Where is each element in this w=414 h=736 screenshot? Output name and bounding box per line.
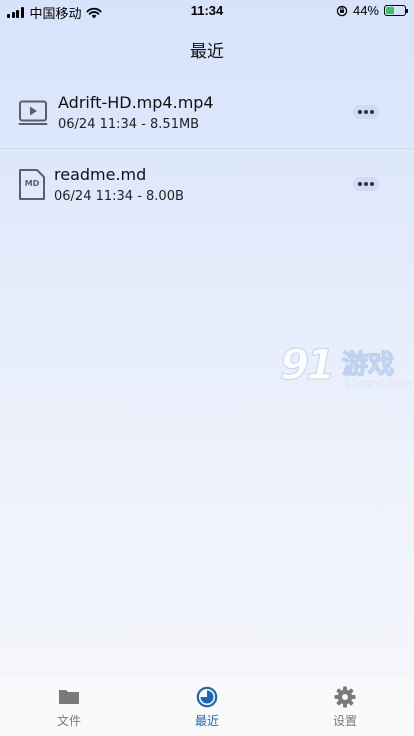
tab-label: 设置 <box>332 714 357 728</box>
orientation-lock-icon <box>336 5 348 16</box>
video-file-icon <box>18 100 48 125</box>
file-name: Adrift-HD.mp4.mp4 <box>58 93 214 112</box>
file-name: readme.md <box>54 165 147 184</box>
tab-bar: 文件 最近 设置 <box>0 677 414 736</box>
recent-icon <box>196 686 218 708</box>
battery-percent: 44% <box>352 3 379 18</box>
file-row[interactable]: MD readme.md 06/24 11:34 - 8.00B <box>0 152 414 220</box>
file-row[interactable]: Adrift-HD.mp4.mp4 06/24 11:34 - 8.51MB <box>0 80 414 148</box>
divider <box>0 148 414 149</box>
watermark-url: 91danji.com <box>344 377 412 390</box>
battery-level <box>386 7 394 14</box>
file-meta: 06/24 11:34 - 8.00B <box>54 189 184 204</box>
more-options-button[interactable] <box>353 105 379 119</box>
file-type-badge: MD <box>24 179 40 188</box>
tab-label: 文件 <box>56 714 81 728</box>
page-title: 最近 <box>190 42 224 62</box>
tab-recent[interactable]: 最近 <box>138 677 276 736</box>
folder-icon <box>59 690 79 704</box>
status-bar: 中国移动 11:34 44% <box>0 0 414 22</box>
tab-settings[interactable]: 设置 <box>276 677 414 736</box>
tab-label: 最近 <box>194 714 219 728</box>
tab-files[interactable]: 文件 <box>0 677 138 736</box>
watermark-logo: 91 游戏 91danji.com <box>279 340 414 395</box>
more-options-button[interactable] <box>353 177 379 191</box>
gear-icon <box>334 686 356 708</box>
watermark-number: 91 <box>279 340 335 390</box>
watermark-text: 游戏 <box>341 350 395 381</box>
battery-icon <box>384 5 408 16</box>
file-meta: 06/24 11:34 - 8.51MB <box>58 117 200 132</box>
status-right: 44% <box>336 3 408 18</box>
